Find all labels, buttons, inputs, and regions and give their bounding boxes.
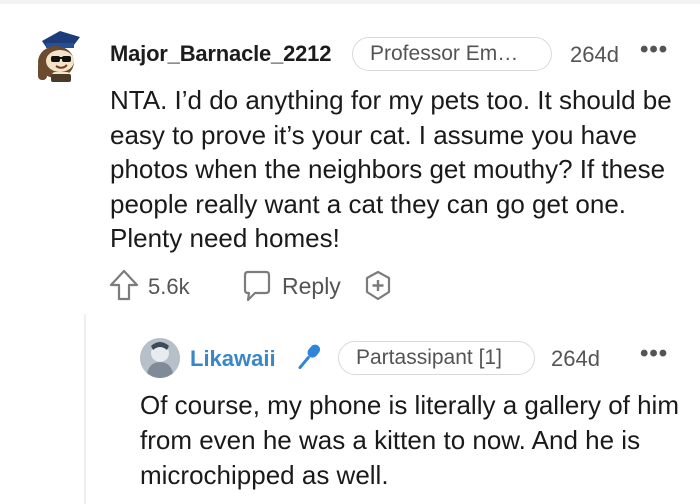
upvote-icon[interactable] — [108, 268, 140, 302]
reply-button[interactable]: Reply — [282, 273, 341, 300]
comment-age: 264d — [570, 42, 619, 67]
comment-body: NTA. I’d do anything for my pets too. It… — [110, 85, 672, 253]
user-flair: Professor Em… — [352, 37, 552, 71]
more-options-icon[interactable]: ••• — [640, 340, 668, 368]
snoo-avatar-icon — [38, 31, 80, 82]
user-avatar-icon — [140, 338, 180, 378]
user-flair: Partassipant [1] — [338, 341, 535, 375]
reply-icon[interactable] — [240, 269, 274, 303]
avatar[interactable] — [140, 338, 180, 378]
avatar[interactable] — [34, 28, 86, 84]
vote-score: 5.6k — [148, 274, 190, 299]
more-options-icon[interactable]: ••• — [640, 36, 668, 64]
username[interactable]: Likawaii — [190, 346, 276, 372]
thread-line[interactable] — [84, 314, 86, 504]
username[interactable]: Major_Barnacle_2212 — [110, 41, 331, 67]
comment-age: 264d — [551, 346, 600, 371]
comment-body: Of course, my phone is literally a galle… — [140, 390, 679, 490]
microphone-icon — [290, 340, 326, 376]
award-icon[interactable] — [362, 270, 394, 302]
top-divider — [0, 0, 700, 4]
